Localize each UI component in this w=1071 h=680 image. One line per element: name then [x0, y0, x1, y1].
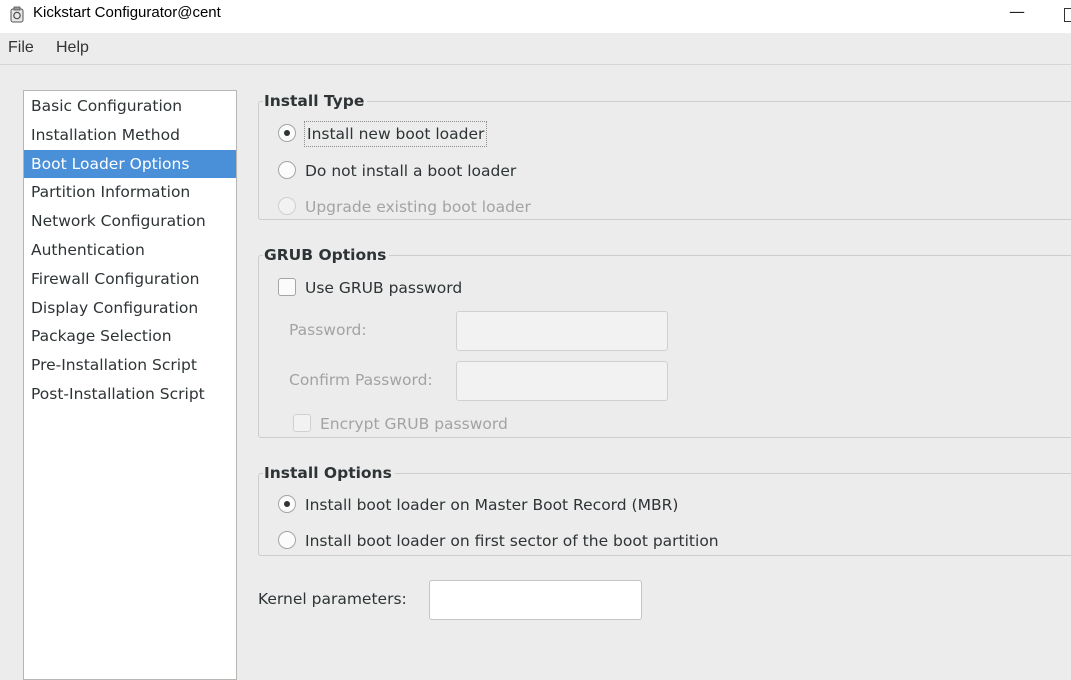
- app-icon: [10, 6, 24, 23]
- maximize-button[interactable]: [1064, 8, 1071, 22]
- menu-help[interactable]: Help: [56, 39, 89, 57]
- grub-options-frame: GRUB Options Use GRUB password Password:…: [258, 245, 1071, 438]
- install-options-frame: Install Options Install boot loader on M…: [258, 463, 1071, 556]
- kernel-parameters-input[interactable]: [429, 580, 642, 620]
- sidebar-item-package-selection[interactable]: Package Selection: [24, 322, 236, 351]
- install-mbr-label: Install boot loader on Master Boot Recor…: [305, 496, 679, 514]
- sidebar-item-partition-information[interactable]: Partition Information: [24, 178, 236, 207]
- do-not-install-label: Do not install a boot loader: [305, 162, 517, 180]
- checkbox-disabled-icon: [293, 414, 311, 432]
- confirm-password-field: [456, 361, 668, 401]
- install-first-sector-label: Install boot loader on first sector of t…: [305, 532, 719, 550]
- radio-checked-icon: [278, 124, 296, 142]
- title-bar: Kickstart Configurator@cent —: [0, 0, 1071, 33]
- radio-disabled-icon: [278, 197, 296, 215]
- sidebar-item-network-configuration[interactable]: Network Configuration: [24, 207, 236, 236]
- menu-bar: File Help: [0, 33, 1071, 65]
- kernel-parameters-label: Kernel parameters:: [258, 590, 407, 608]
- section-list: Basic Configuration Installation Method …: [23, 90, 237, 680]
- radio-unchecked-icon: [278, 161, 296, 179]
- install-type-title: Install Type: [263, 91, 368, 111]
- install-options-title: Install Options: [263, 463, 395, 483]
- sidebar-item-firewall-configuration[interactable]: Firewall Configuration: [24, 265, 236, 294]
- use-grub-password-label: Use GRUB password: [305, 279, 463, 297]
- sidebar-item-display-configuration[interactable]: Display Configuration: [24, 294, 236, 323]
- sidebar-item-post-installation-script[interactable]: Post-Installation Script: [24, 380, 236, 409]
- menu-file[interactable]: File: [8, 39, 34, 57]
- confirm-password-label: Confirm Password:: [289, 371, 433, 389]
- upgrade-existing-label: Upgrade existing boot loader: [305, 198, 531, 216]
- window-title: Kickstart Configurator@cent: [33, 4, 221, 21]
- minimize-button[interactable]: —: [1009, 2, 1027, 26]
- password-label: Password:: [289, 321, 367, 339]
- grub-options-title: GRUB Options: [263, 245, 390, 265]
- install-type-frame: Install Type Install new boot loader Do …: [258, 91, 1071, 220]
- sidebar-item-authentication[interactable]: Authentication: [24, 236, 236, 265]
- sidebar-item-basic-configuration[interactable]: Basic Configuration: [24, 92, 236, 121]
- sidebar-item-pre-installation-script[interactable]: Pre-Installation Script: [24, 351, 236, 380]
- checkbox-unchecked-icon: [278, 278, 296, 296]
- radio-unchecked-icon: [278, 531, 296, 549]
- install-new-label: Install new boot loader: [304, 121, 488, 147]
- radio-checked-icon: [278, 495, 296, 513]
- sidebar-item-installation-method[interactable]: Installation Method: [24, 121, 236, 150]
- encrypt-grub-password-label: Encrypt GRUB password: [320, 415, 508, 433]
- password-field: [456, 311, 668, 351]
- sidebar-item-boot-loader-options[interactable]: Boot Loader Options: [24, 149, 236, 179]
